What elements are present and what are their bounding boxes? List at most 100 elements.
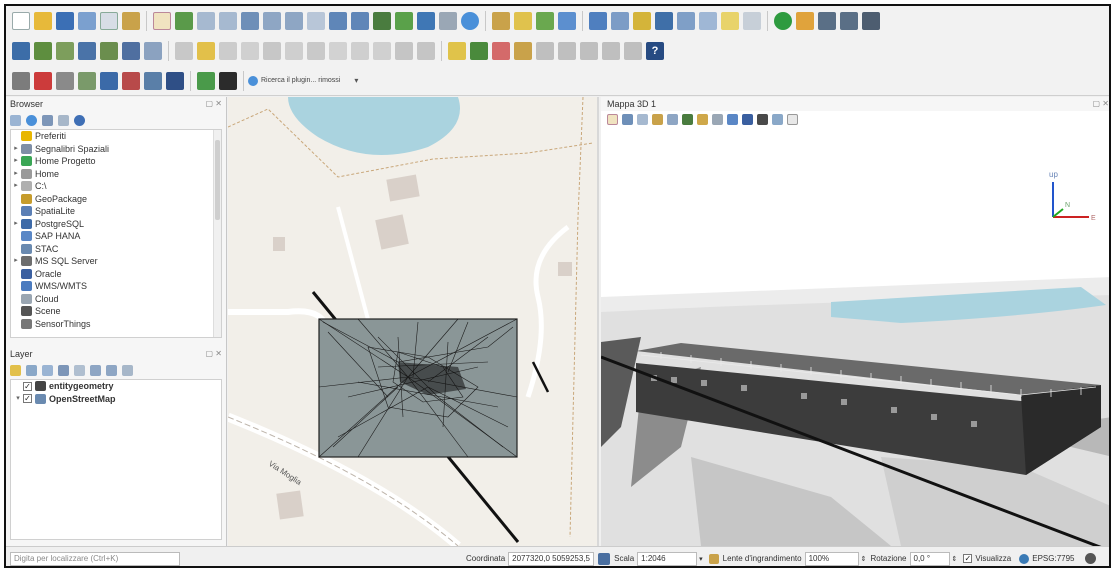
animations-icon[interactable] xyxy=(682,113,693,125)
measure-3d-icon[interactable] xyxy=(667,113,678,125)
zoom-to-layer-icon[interactable] xyxy=(285,12,303,30)
bug-icon[interactable] xyxy=(219,71,237,90)
collapse-all-layers-icon[interactable] xyxy=(106,364,117,376)
expand-arrow-icon[interactable]: ▸ xyxy=(11,168,21,181)
new-project-icon[interactable] xyxy=(12,12,30,30)
add-raster-layer-icon[interactable] xyxy=(34,42,52,60)
camera-icon[interactable] xyxy=(727,113,738,125)
gps-icon[interactable] xyxy=(100,71,118,90)
zoom-last-icon[interactable] xyxy=(329,12,347,30)
effects-icon[interactable] xyxy=(757,113,768,125)
messages-icon[interactable] xyxy=(1084,553,1096,564)
temporal-controller-icon[interactable] xyxy=(439,12,457,30)
pin-label-icon[interactable] xyxy=(514,42,532,60)
zoom-native-icon[interactable] xyxy=(307,12,325,30)
layer-item[interactable]: ▾ ✓ OpenStreetMap xyxy=(11,393,221,406)
expand-arrow-icon[interactable]: ▸ xyxy=(11,143,21,156)
crs-globe-icon[interactable] xyxy=(1019,553,1030,564)
redo-icon[interactable] xyxy=(417,42,435,60)
change-label-icon[interactable] xyxy=(602,42,620,60)
sum-icon[interactable] xyxy=(655,12,673,30)
browser-item[interactable]: GeoPackage xyxy=(11,193,221,206)
zoom-out-icon[interactable] xyxy=(219,12,237,30)
scale-field[interactable]: 1:2046 xyxy=(637,551,698,566)
scale-dropdown-icon[interactable]: ▾ xyxy=(699,555,703,563)
add-wms-icon[interactable] xyxy=(144,42,162,60)
move-label-icon[interactable] xyxy=(558,42,576,60)
coordinate-field[interactable]: 2077320,0 5059253,5 xyxy=(508,551,595,566)
diagram-tool-icon[interactable] xyxy=(624,42,642,60)
layer-visibility-checkbox[interactable]: ✓ xyxy=(23,381,32,391)
vertex-tool-icon[interactable] xyxy=(263,42,281,60)
lock-scale-icon[interactable] xyxy=(708,553,719,564)
label-move-icon[interactable] xyxy=(862,12,880,30)
browser-scrollbar-thumb[interactable] xyxy=(215,140,220,220)
topology-checker-icon[interactable] xyxy=(144,71,162,90)
export-3d-scene-icon[interactable] xyxy=(712,113,723,125)
map-tips-icon[interactable] xyxy=(721,12,739,30)
new-map-view-icon[interactable] xyxy=(373,12,391,30)
add-spatialite-icon[interactable] xyxy=(100,42,118,60)
browser-item[interactable]: WMS/WMTS xyxy=(11,280,221,293)
undo-icon[interactable] xyxy=(395,42,413,60)
locator-input[interactable]: Digita per localizzare (Ctrl+K) xyxy=(10,551,180,566)
deselect-icon[interactable] xyxy=(558,12,576,30)
save-project-icon[interactable] xyxy=(56,12,74,30)
new-3d-view-icon[interactable] xyxy=(395,12,413,30)
new-print-layout-icon[interactable] xyxy=(100,12,118,30)
zoom-to-selection-icon[interactable] xyxy=(263,12,281,30)
delete-selected-icon[interactable] xyxy=(307,42,325,60)
camera-control-icon[interactable] xyxy=(607,113,618,125)
add-delimited-text-icon[interactable] xyxy=(78,42,96,60)
copy-features-icon[interactable] xyxy=(351,42,369,60)
plugin-search-box[interactable]: Ricerca il plugin... rimossi ▾ xyxy=(248,75,358,86)
add-feature-icon[interactable] xyxy=(241,42,259,60)
browser-item[interactable]: ▸ Home Progetto xyxy=(11,155,221,168)
remove-layer-group-icon[interactable] xyxy=(122,364,133,376)
show-hide-labels-icon[interactable] xyxy=(536,42,554,60)
save-as-image-icon[interactable] xyxy=(697,113,708,125)
add-postgis-icon[interactable] xyxy=(122,42,140,60)
layer-properties-icon[interactable] xyxy=(56,71,74,90)
browser-item[interactable]: ▸ PostgreSQL xyxy=(11,218,221,231)
browser-item[interactable]: ▸ MS SQL Server xyxy=(11,255,221,268)
layer-item[interactable]: ✓ entitygeometry xyxy=(11,380,221,393)
refresh-browser-icon[interactable] xyxy=(26,114,37,126)
filter-by-expression-icon[interactable] xyxy=(74,364,85,376)
select-by-value-icon[interactable] xyxy=(536,12,554,30)
expand-arrow-icon[interactable]: ▾ xyxy=(13,393,23,406)
browser-item[interactable]: SensorThings xyxy=(11,318,221,331)
properties-icon[interactable] xyxy=(74,114,85,126)
browser-item[interactable]: ▸ Home xyxy=(11,168,221,181)
browser-item[interactable]: SAP HANA xyxy=(11,230,221,243)
db-manager-icon[interactable] xyxy=(166,71,184,90)
manage-map-themes-icon[interactable] xyxy=(42,364,53,376)
bookmark-icon[interactable] xyxy=(417,12,435,30)
pan-to-selection-icon[interactable] xyxy=(175,12,193,30)
browser-scrollbar[interactable] xyxy=(213,130,221,337)
identify-3d-icon[interactable] xyxy=(652,113,663,125)
plugin-icon[interactable] xyxy=(197,71,215,90)
browser-item[interactable]: STAC xyxy=(11,243,221,256)
expand-arrow-icon[interactable]: ▸ xyxy=(11,180,21,193)
modify-attributes-icon[interactable] xyxy=(285,42,303,60)
collapse-all-icon[interactable] xyxy=(58,114,69,126)
pan-hand-icon[interactable] xyxy=(153,12,171,30)
paste-features-icon[interactable] xyxy=(373,42,391,60)
browser-item[interactable]: ▸ C:\ xyxy=(11,180,221,193)
georeferencer-icon[interactable] xyxy=(122,71,140,90)
identify-features-icon[interactable] xyxy=(492,12,510,30)
browser-item[interactable]: Scene xyxy=(11,305,221,318)
rotate-label-icon[interactable] xyxy=(580,42,598,60)
crs-label[interactable]: EPSG:7795 xyxy=(1032,554,1074,563)
browser-item[interactable]: Oracle xyxy=(11,268,221,281)
render-checkbox[interactable]: ✓ xyxy=(963,554,973,563)
annotation-icon[interactable] xyxy=(699,12,717,30)
zoom-full-3d-icon[interactable] xyxy=(622,113,633,125)
text-annotation-icon[interactable] xyxy=(743,12,761,30)
save-as-icon[interactable] xyxy=(78,12,96,30)
remove-layer-icon[interactable] xyxy=(34,71,52,90)
label-pin-icon[interactable] xyxy=(840,12,858,30)
attribute-table-icon[interactable] xyxy=(611,12,629,30)
toggle-on-screen-nav-icon[interactable] xyxy=(637,113,648,125)
